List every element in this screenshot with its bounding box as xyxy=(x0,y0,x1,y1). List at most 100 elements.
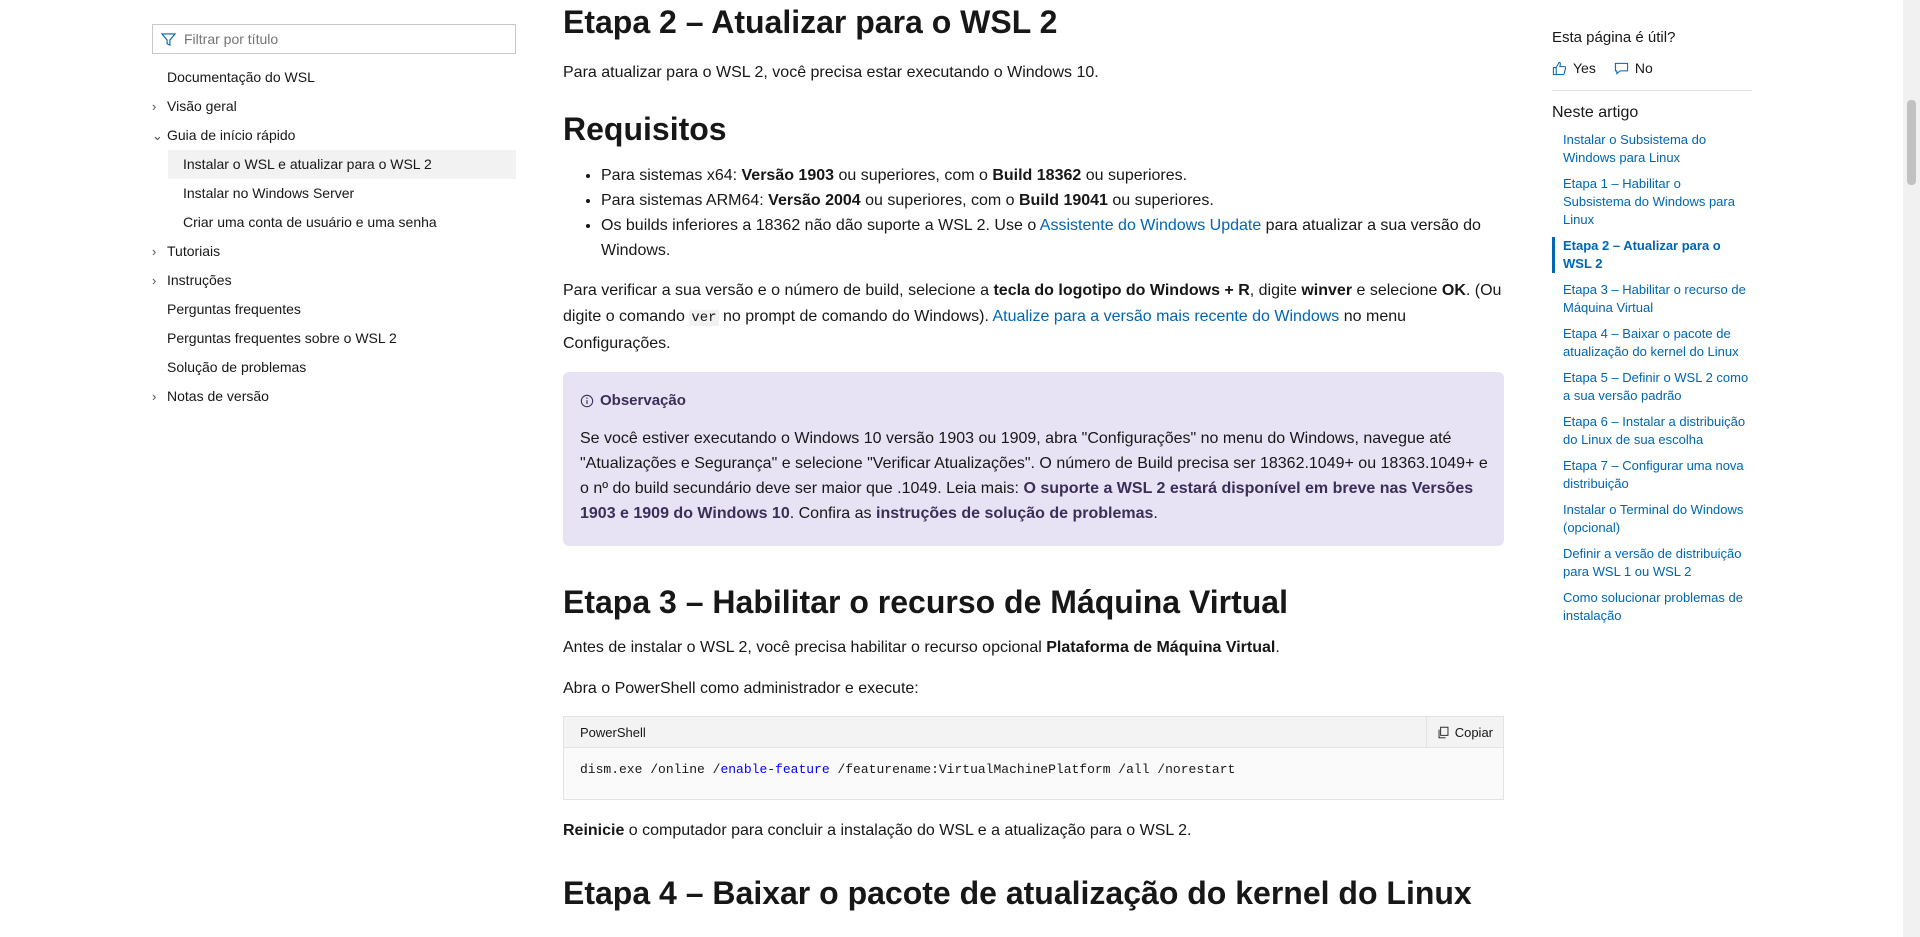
text: Os builds inferiores a 18362 não dão sup… xyxy=(601,217,1040,234)
bold-text: Versão 1903 xyxy=(741,167,835,184)
text: ou superiores, com o xyxy=(834,167,993,184)
restart-paragraph: Reinicie o computador para concluir a in… xyxy=(563,818,1504,843)
toc-item: Instalar o Terminal do Windows (opcional… xyxy=(1552,501,1752,537)
yes-button[interactable]: Yes xyxy=(1552,60,1596,76)
toc-item: Etapa 6 – Instalar a distribuição do Lin… xyxy=(1552,413,1752,449)
nav-label: Tutoriais xyxy=(167,243,221,259)
no-button[interactable]: No xyxy=(1614,60,1653,76)
toc-item: Etapa 3 – Habilitar o recurso de Máquina… xyxy=(1552,281,1752,317)
text: no prompt de comando do Windows). xyxy=(718,308,993,325)
nav-label: Instalar no Windows Server xyxy=(183,185,355,201)
nav-item-faq-wsl2[interactable]: Perguntas frequentes sobre o WSL 2 xyxy=(152,324,516,353)
yes-label: Yes xyxy=(1573,60,1596,76)
requirements-list: Para sistemas x64: Versão 1903 ou superi… xyxy=(563,163,1504,263)
bold-text: Plataforma de Máquina Virtual xyxy=(1046,639,1276,656)
text: , digite xyxy=(1249,282,1302,299)
verify-paragraph: Para verificar a sua versão e o número d… xyxy=(563,278,1504,357)
note-body: Se você estiver executando o Windows 10 … xyxy=(580,426,1488,526)
nav-item-docs[interactable]: Documentação do WSL xyxy=(152,63,516,92)
toc-link[interactable]: Etapa 7 – Configurar uma nova distribuiç… xyxy=(1563,458,1744,491)
troubleshooting-instructions-link[interactable]: instruções de solução de problemas xyxy=(876,505,1153,522)
bold-text: Build 18362 xyxy=(992,167,1082,184)
nav-item-troubleshooting[interactable]: Solução de problemas xyxy=(152,353,516,382)
thumbs-up-icon xyxy=(1552,61,1567,75)
list-item: Para sistemas ARM64: Versão 2004 ou supe… xyxy=(601,188,1504,213)
toc-item: Etapa 7 – Configurar uma nova distribuiç… xyxy=(1552,457,1752,493)
nav-label: Criar uma conta de usuário e uma senha xyxy=(183,214,437,230)
code-keyword: enable-feature xyxy=(720,762,830,777)
text: ou superiores. xyxy=(1081,167,1188,184)
list-item: Para sistemas x64: Versão 1903 ou superi… xyxy=(601,163,1504,188)
windows-update-assistant-link[interactable]: Assistente do Windows Update xyxy=(1040,217,1261,234)
note-title: Observação xyxy=(600,392,686,409)
nav-item-tutorials[interactable]: › Tutoriais xyxy=(152,237,516,266)
copy-icon xyxy=(1438,726,1449,738)
text: o computador para concluir a instalação … xyxy=(624,822,1192,839)
nav-item-install-wsl[interactable]: Instalar o WSL e atualizar para o WSL 2 xyxy=(168,150,516,179)
nav-label: Documentação do WSL xyxy=(167,69,315,85)
page-scrollbar[interactable] xyxy=(1903,0,1920,937)
update-windows-link[interactable]: Atualize para a versão mais recente do W… xyxy=(992,308,1339,325)
nav-item-release-notes[interactable]: › Notas de versão xyxy=(152,382,516,411)
toc-item: Como solucionar problemas de instalação xyxy=(1552,589,1752,625)
nav-label: Solução de problemas xyxy=(167,359,307,375)
toc-item: Etapa 5 – Definir o WSL 2 como a sua ver… xyxy=(1552,369,1752,405)
text: ou superiores, com o xyxy=(860,192,1019,209)
nav-label: Notas de versão xyxy=(167,388,269,404)
code-text: dism.exe /online / xyxy=(580,762,721,777)
filter-input[interactable]: Filtrar por título xyxy=(152,24,516,54)
toc-link[interactable]: Definir a versão de distribuição para WS… xyxy=(1563,546,1741,579)
code-content[interactable]: dism.exe /online /enable-feature /featur… xyxy=(564,748,1503,799)
toc-link[interactable]: Instalar o Subsistema do Windows para Li… xyxy=(1563,132,1706,165)
chevron-right-icon: › xyxy=(152,389,157,404)
nav-item-install-server[interactable]: Instalar no Windows Server xyxy=(152,179,516,208)
toc-link[interactable]: Etapa 1 – Habilitar o Subsistema do Wind… xyxy=(1563,176,1735,227)
text: . Confira as xyxy=(789,505,876,522)
right-rail: Esta página é útil? Yes No Neste artigo … xyxy=(1552,28,1752,633)
toc-link[interactable]: Etapa 2 – Atualizar para o WSL 2 xyxy=(1563,238,1721,271)
no-label: No xyxy=(1634,60,1653,76)
article-content: Etapa 2 – Atualizar para o WSL 2 Para at… xyxy=(563,0,1504,913)
toc-link[interactable]: Como solucionar problemas de instalação xyxy=(1563,590,1743,623)
step2-heading: Etapa 2 – Atualizar para o WSL 2 xyxy=(563,4,1058,40)
note-callout: Observação Se você estiver executando o … xyxy=(563,372,1504,546)
bold-text: tecla do logotipo do Windows + R xyxy=(993,282,1250,299)
toc-link[interactable]: Etapa 6 – Instalar a distribuição do Lin… xyxy=(1563,414,1745,447)
toc-item: Instalar o Subsistema do Windows para Li… xyxy=(1552,131,1752,167)
step2-intro: Para atualizar para o WSL 2, você precis… xyxy=(563,64,1099,81)
bold-text: OK xyxy=(1441,282,1466,299)
nav-item-overview[interactable]: › Visão geral xyxy=(152,92,516,121)
toc-link[interactable]: Etapa 3 – Habilitar o recurso de Máquina… xyxy=(1563,282,1746,315)
copy-label: Copiar xyxy=(1454,724,1493,740)
chevron-right-icon: › xyxy=(152,99,157,114)
nav-item-quickstart[interactable]: ⌄ Guia de início rápido xyxy=(152,121,516,150)
step3-intro: Antes de instalar o WSL 2, você precisa … xyxy=(563,635,1504,660)
code-header: PowerShell Copiar xyxy=(564,717,1503,748)
toc-link[interactable]: Etapa 5 – Definir o WSL 2 como a sua ver… xyxy=(1563,370,1748,403)
text: e selecione xyxy=(1352,282,1442,299)
bold-text: Build 19041 xyxy=(1019,192,1108,209)
toc-item: Etapa 1 – Habilitar o Subsistema do Wind… xyxy=(1552,175,1752,229)
list-item: Os builds inferiores a 18362 não dão sup… xyxy=(601,213,1504,263)
info-icon xyxy=(580,394,594,407)
filter-placeholder: Filtrar por título xyxy=(184,31,279,47)
toc-link[interactable]: Etapa 4 – Baixar o pacote de atualização… xyxy=(1563,326,1739,359)
nav-item-faq[interactable]: Perguntas frequentes xyxy=(152,295,516,324)
feedback-title: Esta página é útil? xyxy=(1552,29,1676,46)
text: Antes de instalar o WSL 2, você precisa … xyxy=(563,639,1047,656)
toc-item: Definir a versão de distribuição para WS… xyxy=(1552,545,1752,581)
feedback-buttons: Yes No xyxy=(1552,60,1752,76)
nav-item-create-account[interactable]: Criar uma conta de usuário e uma senha xyxy=(152,208,516,237)
code-block: PowerShell Copiar dism.exe /online /enab… xyxy=(563,716,1504,800)
nav-item-instructions[interactable]: › Instruções xyxy=(152,266,516,295)
note-header: Observação xyxy=(580,392,1488,409)
scrollbar-thumb[interactable] xyxy=(1907,100,1916,185)
nav-label: Instalar o WSL e atualizar para o WSL 2 xyxy=(183,156,432,172)
requirements-heading: Requisitos xyxy=(563,111,727,147)
bold-text: Reinicie xyxy=(563,822,625,839)
chevron-right-icon: › xyxy=(152,273,157,288)
chevron-right-icon: › xyxy=(152,244,157,259)
toc-link[interactable]: Instalar o Terminal do Windows (opcional… xyxy=(1563,502,1743,535)
comment-icon xyxy=(1614,62,1628,75)
copy-button[interactable]: Copiar xyxy=(1425,717,1503,747)
